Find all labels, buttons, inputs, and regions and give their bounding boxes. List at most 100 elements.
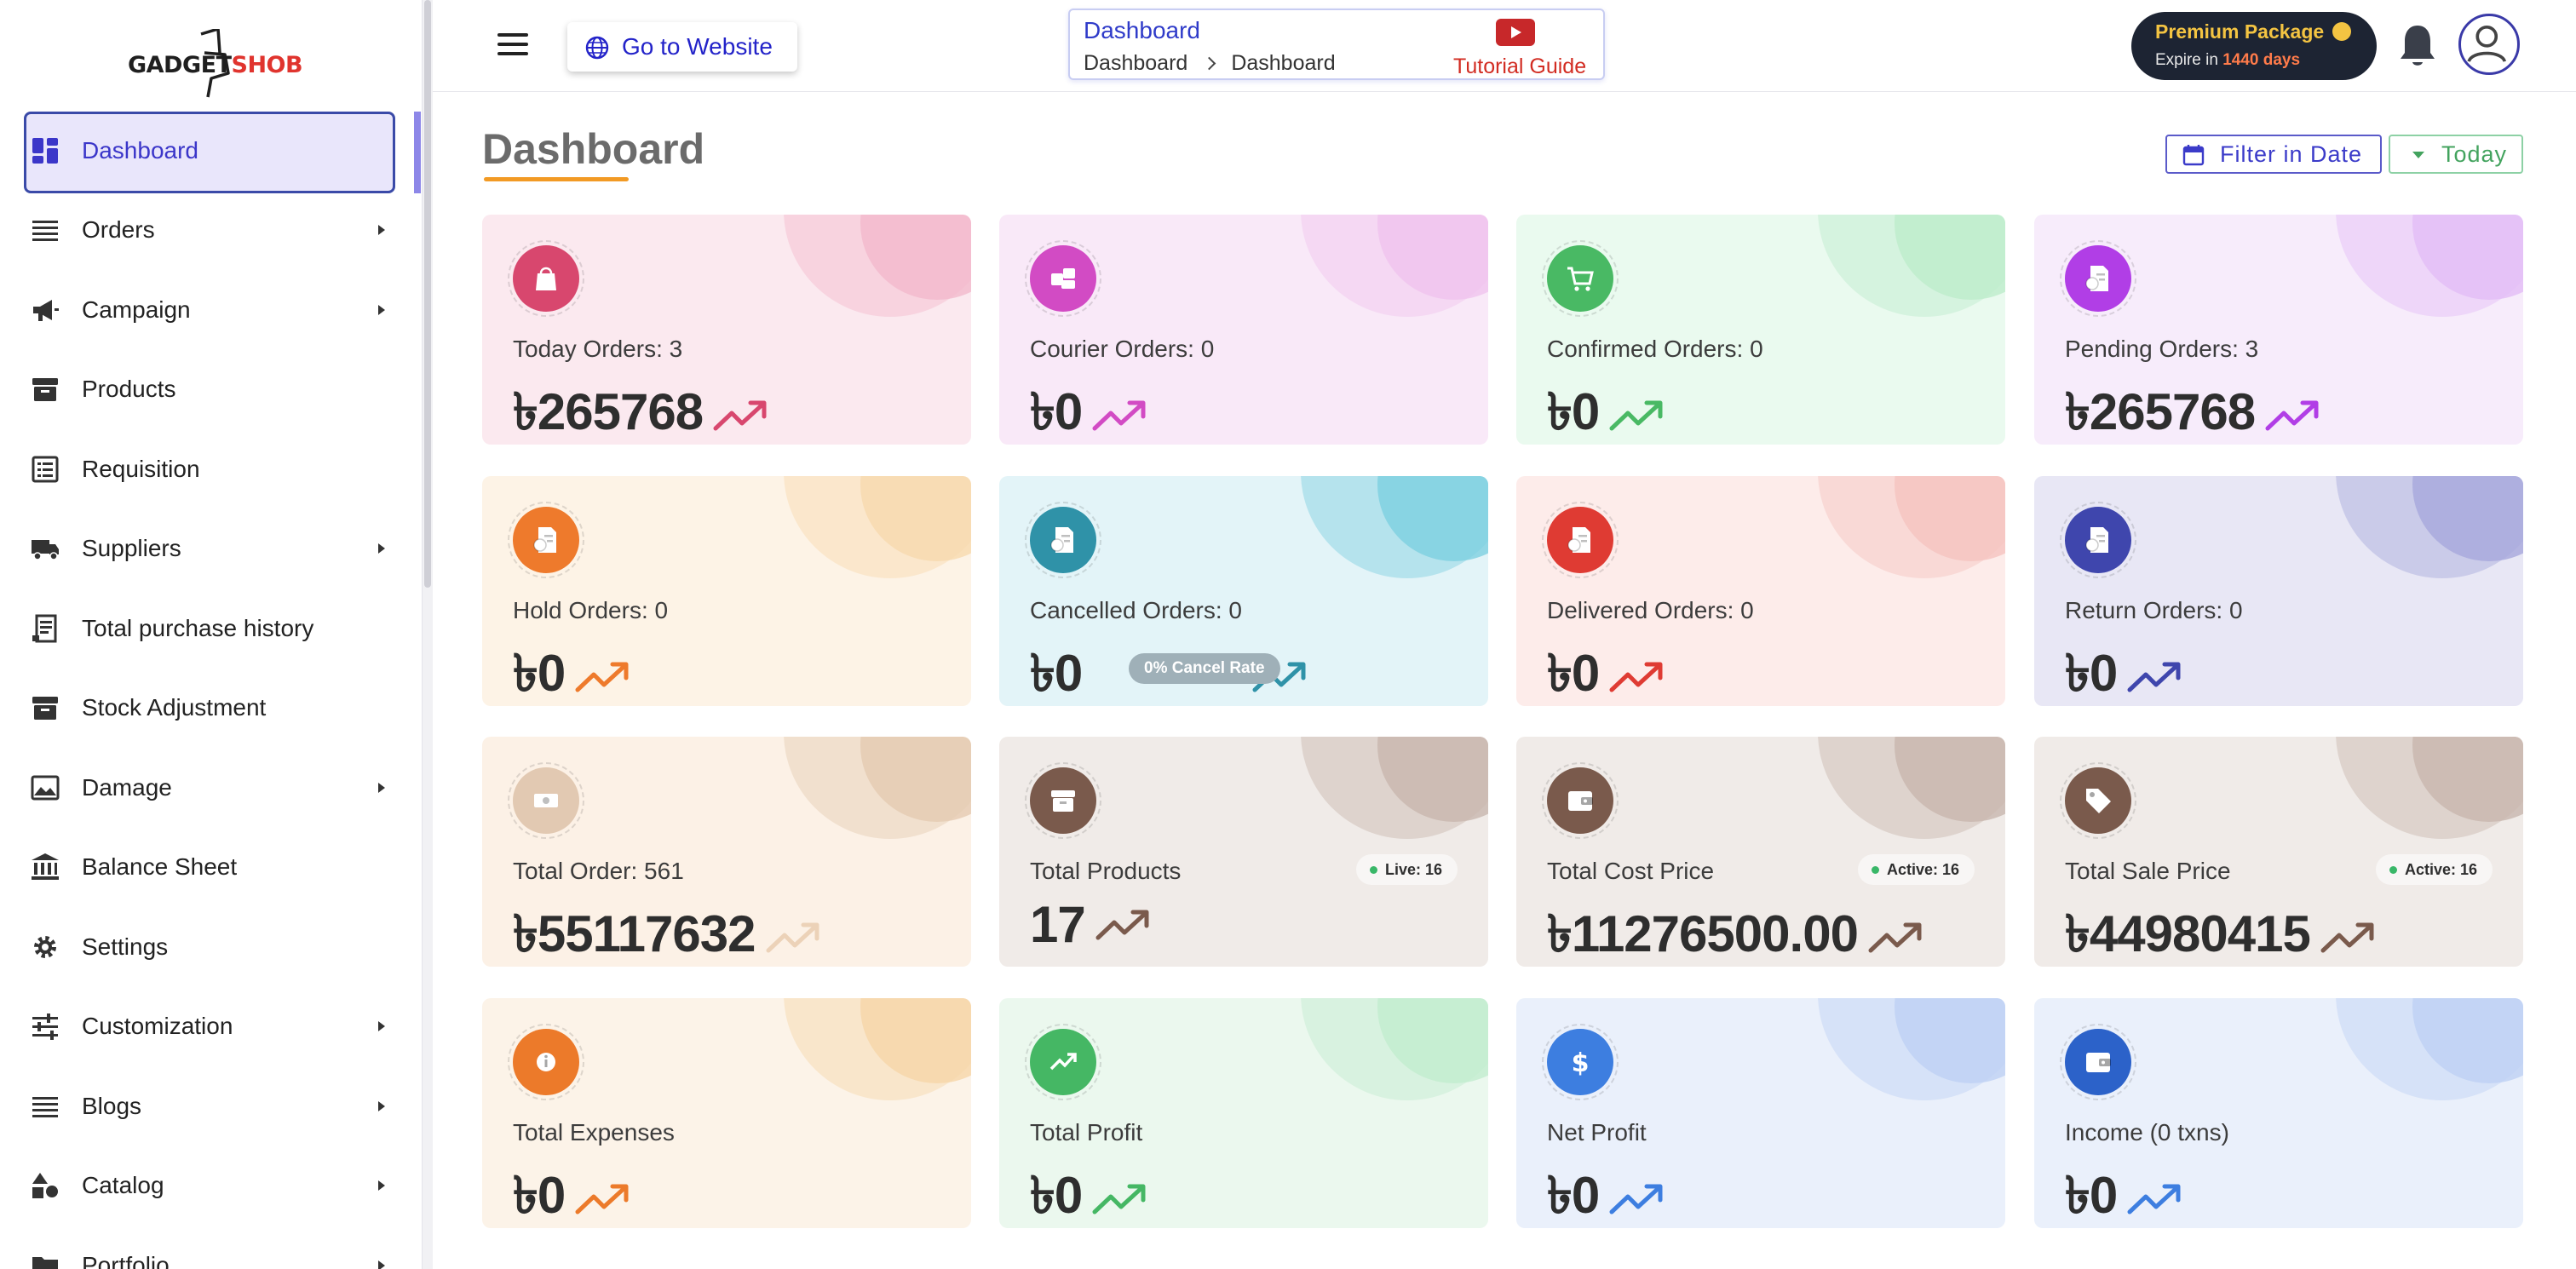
invoice-icon	[1547, 507, 1613, 573]
sidebar-item-label: Stock Adjustment	[82, 694, 267, 721]
stat-card-cancelled-orders[interactable]: Cancelled Orders: 0 ৳0 0% Cancel Rate	[999, 476, 1488, 706]
tutorial-guide-link[interactable]: Tutorial Guide	[1453, 55, 1586, 79]
youtube-icon[interactable]	[1496, 19, 1535, 46]
sidebar-item-balance-sheet[interactable]: Balance Sheet	[0, 828, 423, 908]
invoice-icon	[2065, 245, 2131, 312]
sidebar-item-damage[interactable]: Damage	[0, 748, 423, 828]
sidebar-item-label: Blogs	[82, 1092, 142, 1119]
premium-title: Premium Package	[2155, 20, 2325, 43]
image-icon	[29, 772, 61, 804]
stat-label: Today Orders: 3	[513, 336, 683, 362]
folder-icon	[29, 1249, 61, 1269]
sidebar-item-blogs[interactable]: Blogs	[0, 1066, 423, 1146]
stat-card-income-txns[interactable]: Income (0 txns) ৳0	[2034, 998, 2523, 1228]
caret-right-icon	[378, 782, 385, 793]
today-select[interactable]: Today	[2389, 135, 2523, 174]
stat-value: ৳0	[1030, 1157, 1148, 1228]
stat-card-total-cost-price[interactable]: Total Cost Price ৳11276500.00 Active: 16	[1516, 737, 2005, 967]
breadcrumb-path: Dashboard Dashboard	[1084, 51, 1336, 76]
stat-label: Income (0 txns)	[2065, 1119, 2229, 1146]
sidebar-item-settings[interactable]: Settings	[0, 907, 423, 987]
stat-card-pending-orders[interactable]: Pending Orders: 3 ৳265768	[2034, 215, 2523, 445]
sidebar-item-customization[interactable]: Customization	[0, 987, 423, 1067]
stat-card-delivered-orders[interactable]: Delivered Orders: 0 ৳0	[1516, 476, 2005, 706]
stat-card-total-profit[interactable]: Total Profit ৳0	[999, 998, 1488, 1228]
archive-icon	[1030, 767, 1096, 834]
sidebar-item-campaign[interactable]: Campaign	[0, 270, 423, 350]
trending-up-icon	[1609, 662, 1663, 692]
sidebar-item-products[interactable]: Products	[0, 350, 423, 430]
trending-up-icon	[713, 400, 767, 431]
stat-label: Total Order: 561	[513, 858, 684, 884]
bell-icon[interactable]	[2397, 22, 2438, 70]
trending-up-icon	[1609, 1184, 1663, 1214]
logo[interactable]: GADGETSHOB	[128, 29, 303, 98]
globe-icon	[585, 36, 609, 60]
sidebar-item-label: Damage	[82, 773, 172, 801]
sidebar-item-dashboard[interactable]: Dashboard	[0, 111, 423, 193]
stat-label: Return Orders: 0	[2065, 597, 2243, 623]
sidebar-item-orders[interactable]: Orders	[0, 191, 423, 271]
trending-up-icon	[1092, 400, 1146, 431]
calendar-icon	[2182, 145, 2205, 166]
premium-package-badge[interactable]: Premium Package Expire in 1440 days	[2131, 12, 2377, 80]
today-label: Today	[2441, 141, 2508, 167]
trending-up-icon	[1609, 400, 1663, 431]
stat-amount: ৳265768	[513, 383, 704, 440]
menu-toggle-icon[interactable]	[497, 29, 528, 60]
megaphone-icon	[29, 294, 61, 326]
sidebar-item-label: Campaign	[82, 296, 191, 323]
stat-amount: ৳44980415	[2065, 905, 2311, 962]
trend-icon	[1030, 1029, 1096, 1095]
sidebar-scrollbar-thumb[interactable]	[424, 0, 431, 588]
stat-value: ৳265768	[2065, 373, 2321, 445]
stat-card-courier-orders[interactable]: Courier Orders: 0 ৳0	[999, 215, 1488, 445]
stat-amount: ৳0	[2065, 1167, 2118, 1224]
stat-value: ৳0	[1030, 373, 1148, 445]
stat-amount: ৳0	[513, 645, 566, 702]
sidebar-item-portfolio[interactable]: Portfolio	[0, 1226, 423, 1269]
breadcrumb-item[interactable]: Dashboard	[1084, 51, 1187, 76]
stat-card-confirmed-orders[interactable]: Confirmed Orders: 0 ৳0	[1516, 215, 2005, 445]
go-to-website-button[interactable]: Go to Website	[567, 22, 797, 72]
stat-value: ৳0	[1547, 1157, 1665, 1228]
sidebar-scrollbar[interactable]	[423, 0, 433, 1269]
stat-card-return-orders[interactable]: Return Orders: 0 ৳0	[2034, 476, 2523, 706]
filter-in-date-button[interactable]: Filter in Date	[2165, 135, 2382, 174]
cart-icon	[1547, 245, 1613, 312]
page-title: Dashboard	[482, 125, 705, 173]
trending-up-icon	[1095, 910, 1149, 939]
svg-text:$: $	[1572, 1048, 1590, 1077]
stat-value: ৳0	[1547, 634, 1665, 706]
truck-icon	[29, 532, 61, 565]
sidebar-item-stock-adjustment[interactable]: Stock Adjustment	[0, 669, 423, 749]
stat-card-total-products[interactable]: Total Products 17 Live: 16	[999, 737, 1488, 967]
caret-right-icon	[378, 1100, 385, 1111]
sidebar-item-catalog[interactable]: Catalog	[0, 1146, 423, 1226]
sidebar-item-suppliers[interactable]: Suppliers	[0, 509, 423, 589]
sidebar-item-requisition[interactable]: Requisition	[0, 429, 423, 509]
stat-card-net-profit[interactable]: $ Net Profit ৳0	[1516, 998, 2005, 1228]
caret-right-icon	[378, 225, 385, 236]
caret-right-icon	[378, 1180, 385, 1191]
shopping-bag-icon	[513, 245, 579, 312]
caret-right-icon	[378, 1260, 385, 1269]
trending-up-icon	[1092, 1184, 1146, 1214]
sidebar-item-total-purchase-history[interactable]: Total purchase history	[0, 589, 423, 669]
stat-card-hold-orders[interactable]: Hold Orders: 0 ৳0	[482, 476, 971, 706]
stat-card-total-expenses[interactable]: Total Expenses ৳0	[482, 998, 971, 1228]
stat-card-total-sale-price[interactable]: Total Sale Price ৳44980415 Active: 16	[2034, 737, 2523, 967]
stat-card-total-order[interactable]: Total Order: 561 ৳55117632	[482, 737, 971, 967]
stat-amount: ৳55117632	[513, 905, 756, 962]
stat-value: ৳44980415	[2065, 895, 2377, 967]
list-icon	[29, 214, 61, 246]
stat-card-today-orders[interactable]: Today Orders: 3 ৳265768	[482, 215, 971, 445]
stat-label: Pending Orders: 3	[2065, 336, 2259, 362]
breadcrumb-item: Dashboard	[1231, 51, 1336, 75]
stat-amount: ৳0	[1547, 1167, 1600, 1224]
trending-up-icon	[1868, 922, 1922, 953]
checklist-icon	[29, 453, 61, 485]
trending-up-icon	[575, 662, 629, 692]
avatar[interactable]	[2458, 14, 2520, 75]
topbar: Go to Website Dashboard Dashboard Dashbo…	[433, 0, 2576, 92]
